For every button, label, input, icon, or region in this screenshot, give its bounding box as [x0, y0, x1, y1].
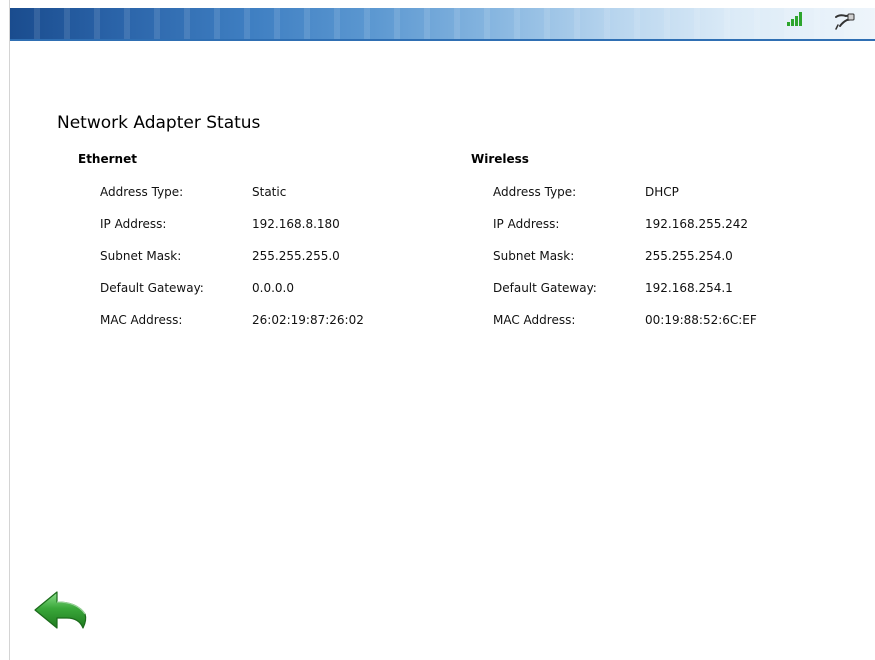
ethernet-default-gateway-row: Default Gateway: 0.0.0.0 — [78, 270, 418, 302]
row-label: Default Gateway: — [100, 281, 204, 295]
ethernet-ip-address-row: IP Address: 192.168.8.180 — [78, 206, 418, 238]
row-label: MAC Address: — [493, 313, 576, 327]
row-value: 192.168.255.242 — [645, 217, 749, 231]
row-value: 26:02:19:87:26:02 — [252, 313, 364, 327]
ethernet-header: Ethernet — [78, 152, 137, 166]
row-label: Subnet Mask: — [100, 249, 182, 263]
row-value: 192.168.8.180 — [252, 217, 340, 231]
status-bar — [10, 8, 875, 41]
row-label: Address Type: — [493, 185, 577, 199]
row-value: Static — [252, 185, 287, 199]
row-value: 0.0.0.0 — [252, 281, 294, 295]
row-value: 255.255.255.0 — [252, 249, 340, 263]
wireless-subnet-mask-row: Subnet Mask: 255.255.254.0 — [471, 238, 811, 270]
wireless-ip-address-row: IP Address: 192.168.255.242 — [471, 206, 811, 238]
window-left-border — [0, 0, 10, 660]
ethernet-subnet-mask-row: Subnet Mask: 255.255.255.0 — [78, 238, 418, 270]
row-label: Address Type: — [100, 185, 184, 199]
signal-strength-icon[interactable] — [787, 12, 803, 26]
wireless-default-gateway-row: Default Gateway: 192.168.254.1 — [471, 270, 811, 302]
page-title: Network Adapter Status — [57, 113, 261, 133]
wireless-address-type-row: Address Type: DHCP — [471, 174, 811, 206]
row-label: IP Address: — [493, 217, 560, 231]
window-top-border — [0, 0, 875, 8]
back-arrow-icon[interactable] — [33, 588, 89, 640]
wireless-header: Wireless — [471, 152, 529, 166]
row-label: MAC Address: — [100, 313, 183, 327]
ethernet-section: Ethernet Address Type: Static IP Address… — [78, 152, 418, 334]
wireless-mac-address-row: MAC Address: 00:19:88:52:6C:EF — [471, 302, 811, 334]
ethernet-mac-address-row: MAC Address: 26:02:19:87:26:02 — [78, 302, 418, 334]
network-plug-icon[interactable] — [834, 12, 856, 30]
ethernet-address-type-row: Address Type: Static — [78, 174, 418, 206]
row-value: DHCP — [645, 185, 679, 199]
wireless-section: Wireless Address Type: DHCP IP Address: … — [471, 152, 811, 334]
row-label: Subnet Mask: — [493, 249, 575, 263]
row-value: 255.255.254.0 — [645, 249, 733, 263]
row-value: 192.168.254.1 — [645, 281, 733, 295]
row-label: Default Gateway: — [493, 281, 597, 295]
row-label: IP Address: — [100, 217, 167, 231]
row-value: 00:19:88:52:6C:EF — [645, 313, 757, 327]
